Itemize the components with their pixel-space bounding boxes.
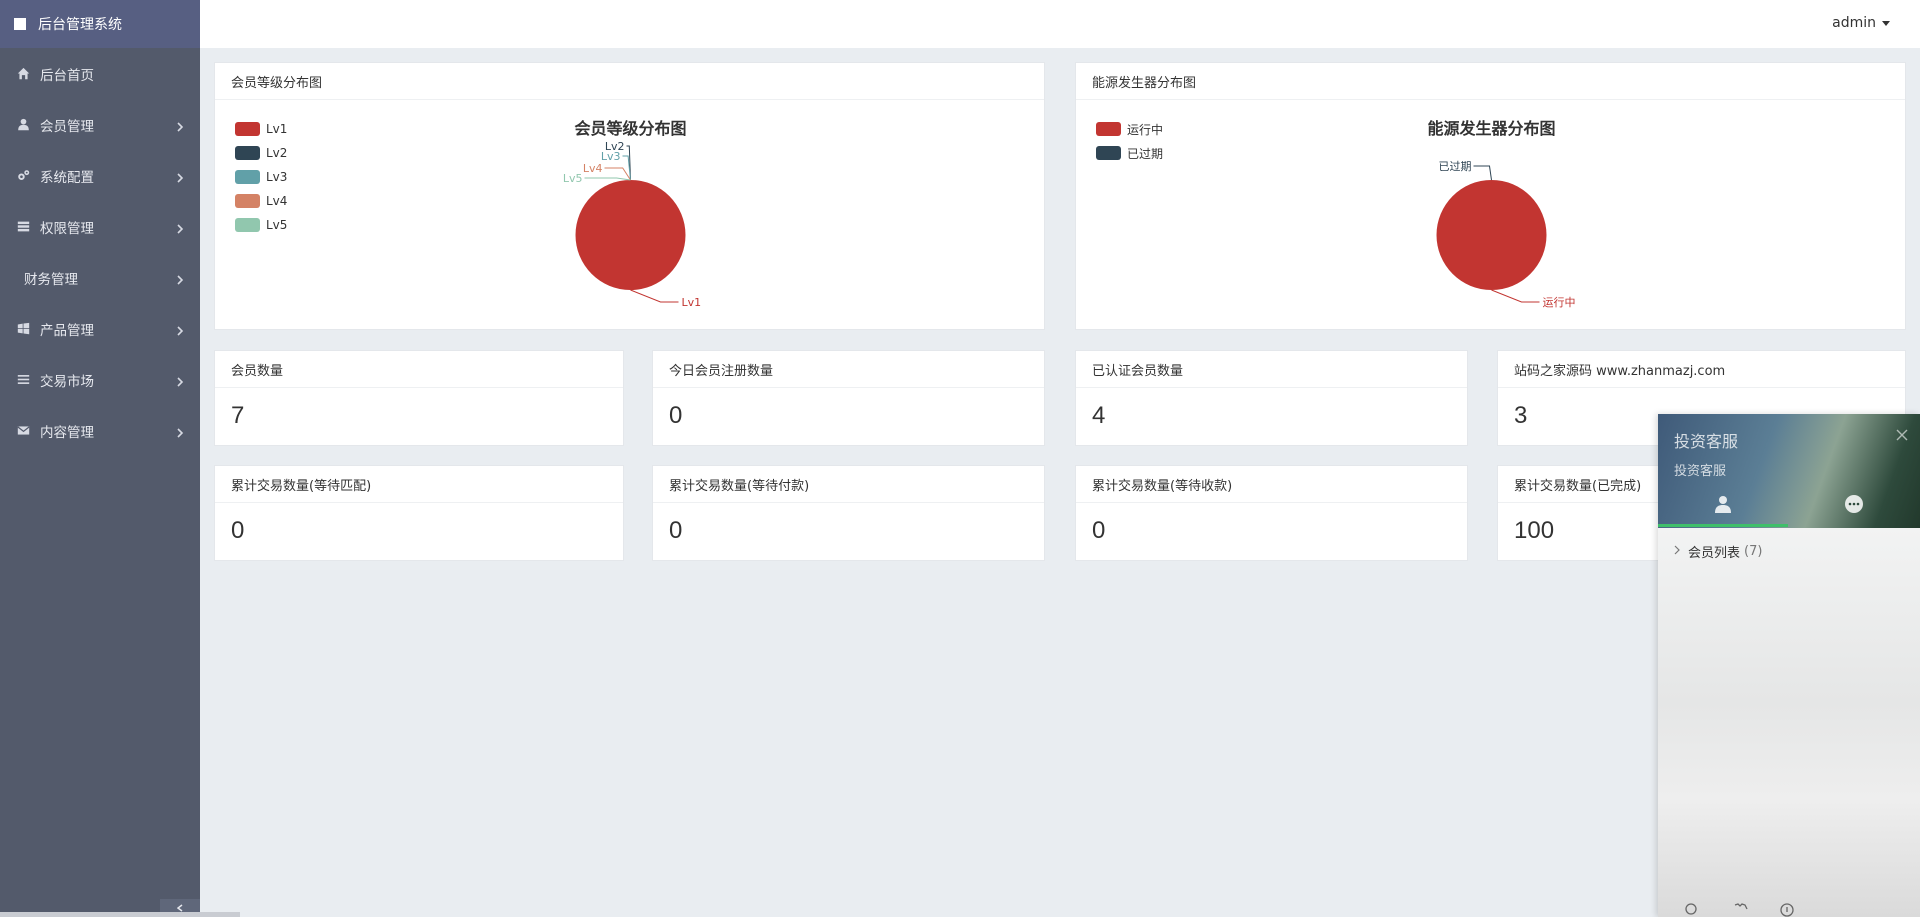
sidebar-item-finance[interactable]: 财务管理 bbox=[0, 252, 200, 303]
stat-value: 4 bbox=[1092, 402, 1106, 429]
slice-label: Lv4 bbox=[583, 162, 603, 175]
stat-card: 今日会员注册数量 0 bbox=[652, 350, 1045, 446]
pie-slice-运行中 bbox=[1436, 180, 1547, 290]
caret-down-icon bbox=[1882, 20, 1890, 26]
cogs-icon bbox=[16, 169, 30, 183]
stat-card: 会员数量 7 bbox=[214, 350, 624, 446]
brand[interactable]: 后台管理系统 bbox=[0, 0, 200, 48]
user-menu[interactable]: admin bbox=[1832, 15, 1890, 31]
sidebar-item-products[interactable]: 产品管理 bbox=[0, 303, 200, 354]
stat-label: 已认证会员数量 bbox=[1076, 351, 1467, 388]
info-icon[interactable] bbox=[1779, 902, 1795, 917]
sidebar-item-label: 系统配置 bbox=[40, 169, 94, 186]
sidebar-item-label: 交易市场 bbox=[40, 373, 94, 390]
stat-value: 0 bbox=[231, 517, 245, 544]
user-icon bbox=[16, 118, 30, 132]
chevron-right-icon bbox=[176, 171, 186, 183]
member-list-label: 会员列表 bbox=[1688, 546, 1741, 561]
search-icon[interactable] bbox=[1684, 902, 1700, 917]
sidebar-item-label: 财务管理 bbox=[24, 271, 78, 288]
chart-title: 能源发生器分布图 bbox=[1427, 119, 1555, 138]
sidebar-item-label: 内容管理 bbox=[40, 424, 94, 441]
chat-tab-message-icon[interactable] bbox=[1844, 494, 1864, 514]
stat-label: 累计交易数量(等待付款) bbox=[653, 466, 1044, 503]
sidebar: 后台管理系统 后台首页 会员管理 系统配置 权限管理 财务管理 产品管理 交易市… bbox=[0, 0, 200, 917]
chevron-left-icon bbox=[177, 904, 183, 912]
slice-label: 运行中 bbox=[1543, 296, 1576, 309]
stat-card: 已认证会员数量 4 bbox=[1075, 350, 1468, 446]
customer-service-chat-widget: 投资客服 投资客服 会员列表 (7) bbox=[1658, 414, 1920, 917]
panel-title: 能源发生器分布图 bbox=[1076, 63, 1905, 100]
sidebar-item-label: 会员管理 bbox=[40, 118, 94, 135]
horizontal-scrollbar[interactable] bbox=[0, 912, 240, 917]
brand-title: 后台管理系统 bbox=[38, 17, 122, 33]
chevron-right-icon bbox=[176, 324, 186, 336]
member-level-pie-chart: 会员等级分布图Lv1Lv2Lv3Lv4Lv5 bbox=[563, 119, 702, 309]
stat-value: 0 bbox=[669, 402, 683, 429]
sidebar-item-label: 后台首页 bbox=[40, 67, 94, 84]
chat-footer bbox=[1658, 902, 1920, 917]
label-line bbox=[630, 289, 679, 303]
label-line bbox=[1491, 289, 1540, 303]
chevron-right-icon bbox=[176, 426, 186, 438]
stat-label: 站码之家源码 www.zhanmazj.com bbox=[1498, 351, 1905, 388]
slice-label: Lv1 bbox=[682, 296, 702, 309]
sidebar-item-label: 权限管理 bbox=[40, 220, 94, 237]
stat-card: 累计交易数量(等待收款) 0 bbox=[1075, 465, 1468, 561]
chevron-right-icon bbox=[176, 273, 186, 285]
panel-title: 会员等级分布图 bbox=[215, 63, 1044, 100]
stat-value: 0 bbox=[669, 517, 683, 544]
sidebar-item-label: 产品管理 bbox=[40, 322, 94, 339]
stat-label: 今日会员注册数量 bbox=[653, 351, 1044, 388]
server-icon bbox=[16, 220, 30, 234]
skin-icon[interactable] bbox=[1732, 902, 1748, 917]
username: admin bbox=[1832, 15, 1876, 31]
close-icon[interactable] bbox=[1896, 426, 1908, 441]
stat-value: 7 bbox=[231, 402, 245, 429]
chat-title: 投资客服 bbox=[1674, 432, 1739, 451]
sidebar-item-members[interactable]: 会员管理 bbox=[0, 99, 200, 150]
member-level-panel: 会员等级分布图 Lv1 Lv2 Lv3 Lv4 Lv5 会员等级分布图 Lv1 Lv2 Lv3… bbox=[214, 62, 1045, 330]
pie-slice-Lv1 bbox=[575, 180, 686, 290]
energy-generator-pie-chart: 能源发生器分布图运行中 已过期 bbox=[1427, 119, 1576, 309]
energy-generator-panel: 能源发生器分布图 运行中 已过期 能源发生器分布图运行中 已过期 bbox=[1075, 62, 1906, 330]
slice-label: Lv5 bbox=[563, 172, 583, 185]
chart-title: 会员等级分布图 bbox=[574, 119, 686, 138]
active-tab-indicator bbox=[1658, 524, 1788, 527]
chevron-right-icon bbox=[176, 120, 186, 132]
home-icon bbox=[16, 67, 30, 81]
contacts-tab-user-icon[interactable] bbox=[1713, 494, 1733, 514]
sidebar-menu: 后台首页 会员管理 系统配置 权限管理 财务管理 产品管理 交易市场 内容管理 bbox=[0, 48, 200, 456]
stat-card: 累计交易数量(等待付款) 0 bbox=[652, 465, 1045, 561]
member-list-count: (7) bbox=[1744, 544, 1763, 559]
envelope-icon bbox=[16, 424, 30, 438]
chat-body bbox=[1658, 528, 1920, 917]
stat-label: 累计交易数量(等待收款) bbox=[1076, 466, 1467, 503]
member-list-group[interactable]: 会员列表 (7) bbox=[1674, 542, 1762, 561]
sidebar-item-system-config[interactable]: 系统配置 bbox=[0, 150, 200, 201]
logo-square-icon bbox=[14, 18, 26, 30]
list-icon bbox=[16, 373, 30, 387]
sidebar-item-permissions[interactable]: 权限管理 bbox=[0, 201, 200, 252]
chat-subtitle: 投资客服 bbox=[1674, 464, 1727, 479]
chevron-right-icon bbox=[176, 222, 186, 234]
chevron-right-icon bbox=[1674, 544, 1680, 559]
stat-label: 会员数量 bbox=[215, 351, 623, 388]
chevron-right-icon bbox=[176, 375, 186, 387]
label-line bbox=[1473, 165, 1492, 181]
sidebar-item-home[interactable]: 后台首页 bbox=[0, 48, 200, 99]
topbar: admin bbox=[200, 0, 1920, 48]
stat-value: 0 bbox=[1092, 517, 1106, 544]
stat-card: 累计交易数量(等待匹配) 0 bbox=[214, 465, 624, 561]
slice-label: Lv3 bbox=[601, 150, 621, 163]
slice-label: 已过期 bbox=[1439, 160, 1472, 173]
windows-icon bbox=[16, 322, 30, 336]
stat-label: 累计交易数量(等待匹配) bbox=[215, 466, 623, 503]
sidebar-item-content[interactable]: 内容管理 bbox=[0, 405, 200, 456]
chat-header: 投资客服 投资客服 bbox=[1658, 414, 1920, 528]
label-line bbox=[584, 177, 631, 181]
sidebar-item-market[interactable]: 交易市场 bbox=[0, 354, 200, 405]
